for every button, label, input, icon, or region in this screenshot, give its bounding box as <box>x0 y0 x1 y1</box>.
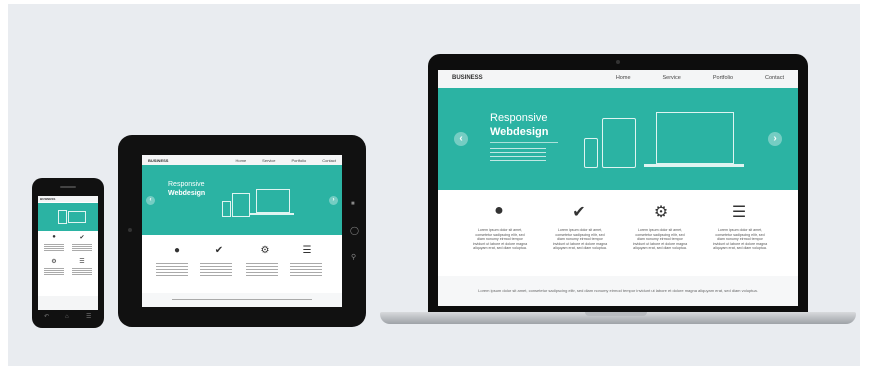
laptop-feature-gear-icon: ⚙ <box>653 204 669 221</box>
phone-speaker <box>60 186 76 188</box>
phone-feature-text-1 <box>44 244 64 252</box>
laptop-nav-home[interactable]: Home <box>616 75 631 81</box>
phone-footer <box>38 296 98 310</box>
tablet-hero-tablet-icon <box>232 193 250 217</box>
phone-feature-list: ☰ <box>79 259 85 265</box>
tablet-hero-laptop-base <box>250 213 294 215</box>
laptop-hero-title-2: Webdesign <box>490 126 549 138</box>
tablet-nav-portfolio[interactable]: Portfolio <box>292 158 307 163</box>
laptop-feature-list-icon: ☰ <box>731 204 747 221</box>
laptop-lid: BUSINESS Home Service Portfolio Contact … <box>428 54 808 316</box>
tablet-hero-title-2: Webdesign <box>168 190 206 197</box>
laptop-footer: Lorem ipsum dolor sit amet, consetetur s… <box>438 276 798 306</box>
phone-hero <box>38 203 98 231</box>
tablet-feature-gear-icon: ⚙ <box>260 245 270 256</box>
phone-home-icon[interactable]: ⌂ <box>65 314 71 320</box>
laptop-camera <box>616 60 620 64</box>
tablet-search-icon[interactable]: ⚲ <box>351 253 356 261</box>
tablet-brand: BUSINESS <box>148 158 169 163</box>
tablet-hero-prev-icon[interactable]: ‹ <box>146 196 155 205</box>
tablet-device: BUSINESS Home Service Portfolio Contact … <box>118 135 366 327</box>
laptop-footer-text: Lorem ipsum dolor sit amet, consetetur s… <box>478 288 758 293</box>
tablet-nav-service[interactable]: Service <box>262 158 275 163</box>
laptop-feature-user-icon: ● <box>494 202 504 219</box>
laptop-screen: BUSINESS Home Service Portfolio Contact … <box>438 70 798 306</box>
laptop-hero-text <box>490 148 546 162</box>
tablet-feature-list-icon: ☰ <box>302 245 312 256</box>
laptop-feature-check-icon: ✔ <box>572 204 586 221</box>
phone-navbar: BUSINESS <box>38 196 98 202</box>
laptop-nav-service[interactable]: Service <box>663 75 681 81</box>
tablet-home-icon[interactable]: ◯ <box>350 226 359 235</box>
tablet-hero: ‹ › Responsive Webdesign <box>142 165 342 235</box>
laptop-hero-laptop-base <box>644 164 744 167</box>
laptop-feature-text-3: Lorem ipsum dolor sit amet, consetetur s… <box>632 228 688 251</box>
tablet-nav-home[interactable]: Home <box>236 158 247 163</box>
laptop-notch <box>585 312 647 316</box>
laptop-hero: ‹ › Responsive Webdesign <box>438 88 798 190</box>
laptop-nav-links: Home Service Portfolio Contact <box>616 75 784 81</box>
phone-feature-text-2 <box>72 244 92 252</box>
phone-hero-tablet-icon <box>58 210 67 224</box>
laptop-hero-phone-icon <box>584 138 598 168</box>
phone-hero-laptop-icon <box>68 211 86 223</box>
tablet-camera <box>128 228 132 232</box>
tablet-feature-text-1 <box>156 263 188 277</box>
laptop-navbar: BUSINESS Home Service Portfolio Contact <box>438 70 798 88</box>
tablet-navbar: BUSINESS Home Service Portfolio Contact <box>142 155 342 165</box>
laptop-feature-text-2: Lorem ipsum dolor sit amet, consetetur s… <box>552 228 608 251</box>
laptop-brand: BUSINESS <box>452 75 483 81</box>
phone-feature-check: ✔ <box>79 235 85 241</box>
laptop-feature-text-1: Lorem ipsum dolor sit amet, consetetur s… <box>472 228 528 251</box>
tablet-hero-phone-icon <box>222 201 231 217</box>
tablet-feature-text-2 <box>200 263 232 277</box>
phone-device: BUSINESS ● ✔ ⚙ ☰ ↶ ⌂ ☰ <box>32 178 104 328</box>
laptop-hero-prev-icon[interactable]: ‹ <box>454 132 468 146</box>
laptop-hero-title-1: Responsive <box>490 112 548 124</box>
tablet-footer <box>142 293 342 307</box>
phone-feature-gear: ⚙ <box>51 259 57 265</box>
phone-back-icon[interactable]: ↶ <box>44 314 50 320</box>
phone-brand: BUSINESS <box>40 197 56 201</box>
tablet-feature-text-4 <box>290 263 322 277</box>
tablet-footer-text <box>172 299 312 300</box>
phone-feature-user: ● <box>52 234 56 240</box>
laptop-feature-text-4: Lorem ipsum dolor sit amet, consetetur s… <box>712 228 768 251</box>
tablet-feature-text-3 <box>246 263 278 277</box>
laptop-nav-contact[interactable]: Contact <box>765 75 784 81</box>
tablet-nav-contact[interactable]: Contact <box>322 158 336 163</box>
tablet-hero-laptop-icon <box>256 189 290 213</box>
phone-feature-text-3 <box>44 268 64 276</box>
laptop-hero-divider <box>490 142 558 143</box>
tablet-nav-links: Home Service Portfolio Contact <box>236 158 337 163</box>
tablet-hero-title-1: Responsive <box>168 181 205 188</box>
phone-screen: BUSINESS ● ✔ ⚙ ☰ <box>38 196 98 310</box>
laptop-nav-portfolio[interactable]: Portfolio <box>713 75 733 81</box>
tablet-feature-check-icon: ✔ <box>214 245 224 256</box>
laptop-hero-tablet-icon <box>602 118 636 168</box>
tablet-camera-icon[interactable]: ■ <box>351 201 355 207</box>
phone-feature-text-4 <box>72 268 92 276</box>
tablet-screen: BUSINESS Home Service Portfolio Contact … <box>142 155 342 307</box>
tablet-hero-next-icon[interactable]: › <box>329 196 338 205</box>
tablet-feature-user-icon: ● <box>173 245 181 256</box>
laptop-hero-next-icon[interactable]: › <box>768 132 782 146</box>
phone-menu-icon[interactable]: ☰ <box>86 314 92 320</box>
laptop-hero-laptop-icon <box>656 112 734 164</box>
